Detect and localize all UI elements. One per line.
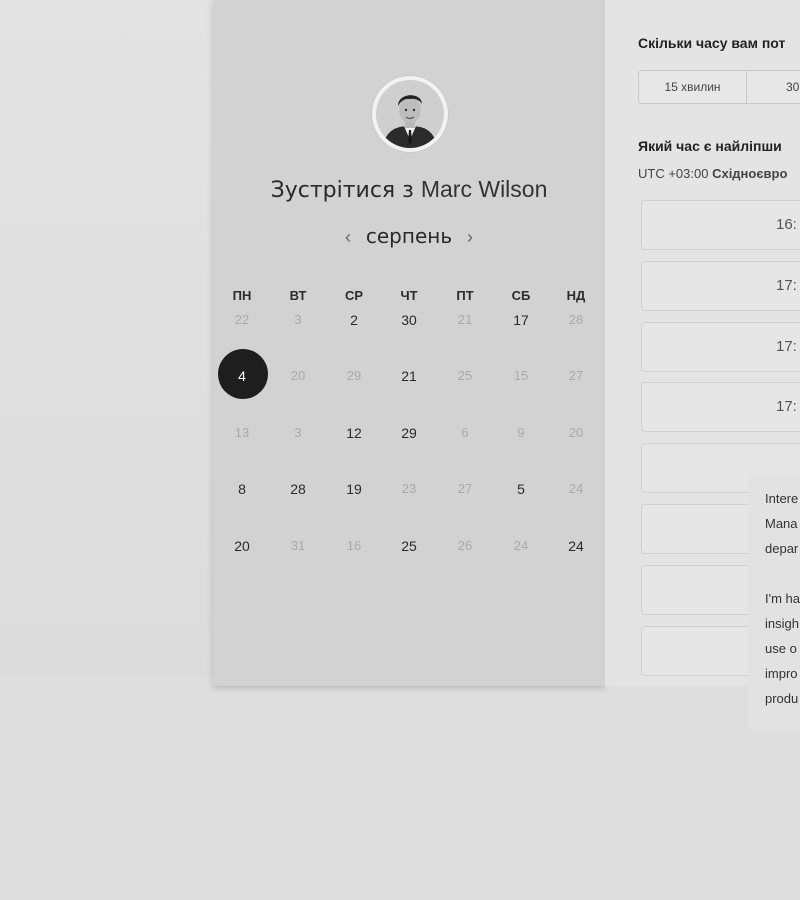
calendar-day[interactable]: 20 [222,536,262,556]
duration-selector: 15 хвилин 30 хв [638,70,800,104]
calendar-day[interactable]: 16 [334,536,374,556]
time-slot-label: 16: [776,216,797,233]
time-slot[interactable]: 16: [641,200,800,250]
calendar-day[interactable]: 3 [278,310,318,330]
calendar-day[interactable]: 3 [278,423,318,443]
time-slot[interactable]: 17: [641,322,800,372]
popup-line: Mana [765,516,798,531]
weekday-tue: ВТ [289,288,307,303]
calendar-day[interactable]: 22 [222,310,262,330]
calendar-day[interactable]: 24 [556,536,596,556]
time-question: Який час є найліпши [638,138,782,154]
popup-line: insigh [765,616,799,631]
calendar-day[interactable]: 28 [556,310,596,330]
chevron-left-icon[interactable]: ‹ [339,226,357,248]
calendar-day[interactable]: 30 [389,310,429,330]
calendar-day[interactable]: 12 [334,423,374,443]
calendar-day[interactable]: 23 [389,479,429,499]
calendar-day[interactable]: 25 [389,536,429,556]
weekday-thu: ЧТ [400,288,418,303]
host-name: Marc Wilson [420,176,548,202]
timezone-offset: UTC +03:00 [638,166,709,181]
meet-prefix: Зустрітися з [270,178,414,203]
calendar-day[interactable]: 6 [445,423,485,443]
calendar-day[interactable]: 27 [445,479,485,499]
avatar [372,76,448,152]
popup-line: Intere [765,491,799,506]
calendar-day[interactable]: 24 [501,536,541,556]
calendar-day[interactable]: 19 [334,479,374,499]
message-popup: Intere Mana depar I'm ha insigh use o im… [748,474,800,730]
chevron-right-icon[interactable]: › [461,226,479,248]
calendar-day[interactable]: 21 [445,310,485,330]
calendar-day[interactable]: 5 [501,479,541,499]
popup-line: use o [765,641,797,656]
weekday-sun: НД [566,288,586,303]
calendar-day[interactable]: 26 [445,536,485,556]
duration-question: Скільки часу вам пот [638,35,786,51]
popup-line: I'm ha [765,591,800,606]
time-slot-label: 17: [776,338,797,355]
popup-line: depar [765,541,799,556]
calendar-day[interactable]: 17 [501,310,541,330]
month-calendar: ПН ВТ СР ЧТ ПТ СБ НД [213,286,605,306]
calendar-day[interactable]: 29 [389,423,429,443]
duration-option-30[interactable]: 30 хв [747,71,800,103]
meeting-title: Зустрітися з Marc Wilson [213,176,605,203]
calendar-day[interactable]: 21 [389,366,429,386]
weekday-header: ПН ВТ СР ЧТ ПТ СБ НД [213,286,605,306]
calendar-day[interactable]: 20 [278,366,318,386]
calendar-day[interactable]: 27 [556,366,596,386]
weekday-sat: СБ [511,288,531,303]
timezone-name: Східноєвро [712,166,788,181]
calendar-day[interactable]: 24 [556,479,596,499]
calendar-day[interactable]: 28 [278,479,318,499]
calendar-day[interactable]: 8 [222,479,262,499]
calendar-day-selected[interactable]: 4 [222,366,262,386]
popup-line: impro [765,666,798,681]
time-slot-label: 17: [776,398,797,415]
timezone-label[interactable]: UTC +03:00 Східноєвро [638,166,787,181]
duration-option-15[interactable]: 15 хвилин [639,71,747,103]
time-slot[interactable]: 17: [641,261,800,311]
weekday-fri: ПТ [456,288,474,303]
calendar-day[interactable]: 2 [334,310,374,330]
calendar-day[interactable]: 25 [445,366,485,386]
popup-line: produ [765,691,799,706]
page-backdrop [0,0,214,676]
weekday-wed: СР [344,288,364,303]
calendar-day[interactable]: 13 [222,423,262,443]
host-calendar-card: Зустрітися з Marc Wilson ‹ серпень › ПН … [213,0,605,686]
calendar-day[interactable]: 9 [501,423,541,443]
calendar-day[interactable]: 31 [278,536,318,556]
time-slot[interactable]: 17: [641,382,800,432]
calendar-day[interactable]: 20 [556,423,596,443]
weekday-mon: ПН [232,288,252,303]
host-photo [376,80,444,148]
calendar-day[interactable]: 15 [501,366,541,386]
month-navigation: ‹ серпень › [213,224,605,254]
month-label: серпень [365,224,453,248]
calendar-day[interactable]: 29 [334,366,374,386]
time-slot-label: 17: [776,277,797,294]
